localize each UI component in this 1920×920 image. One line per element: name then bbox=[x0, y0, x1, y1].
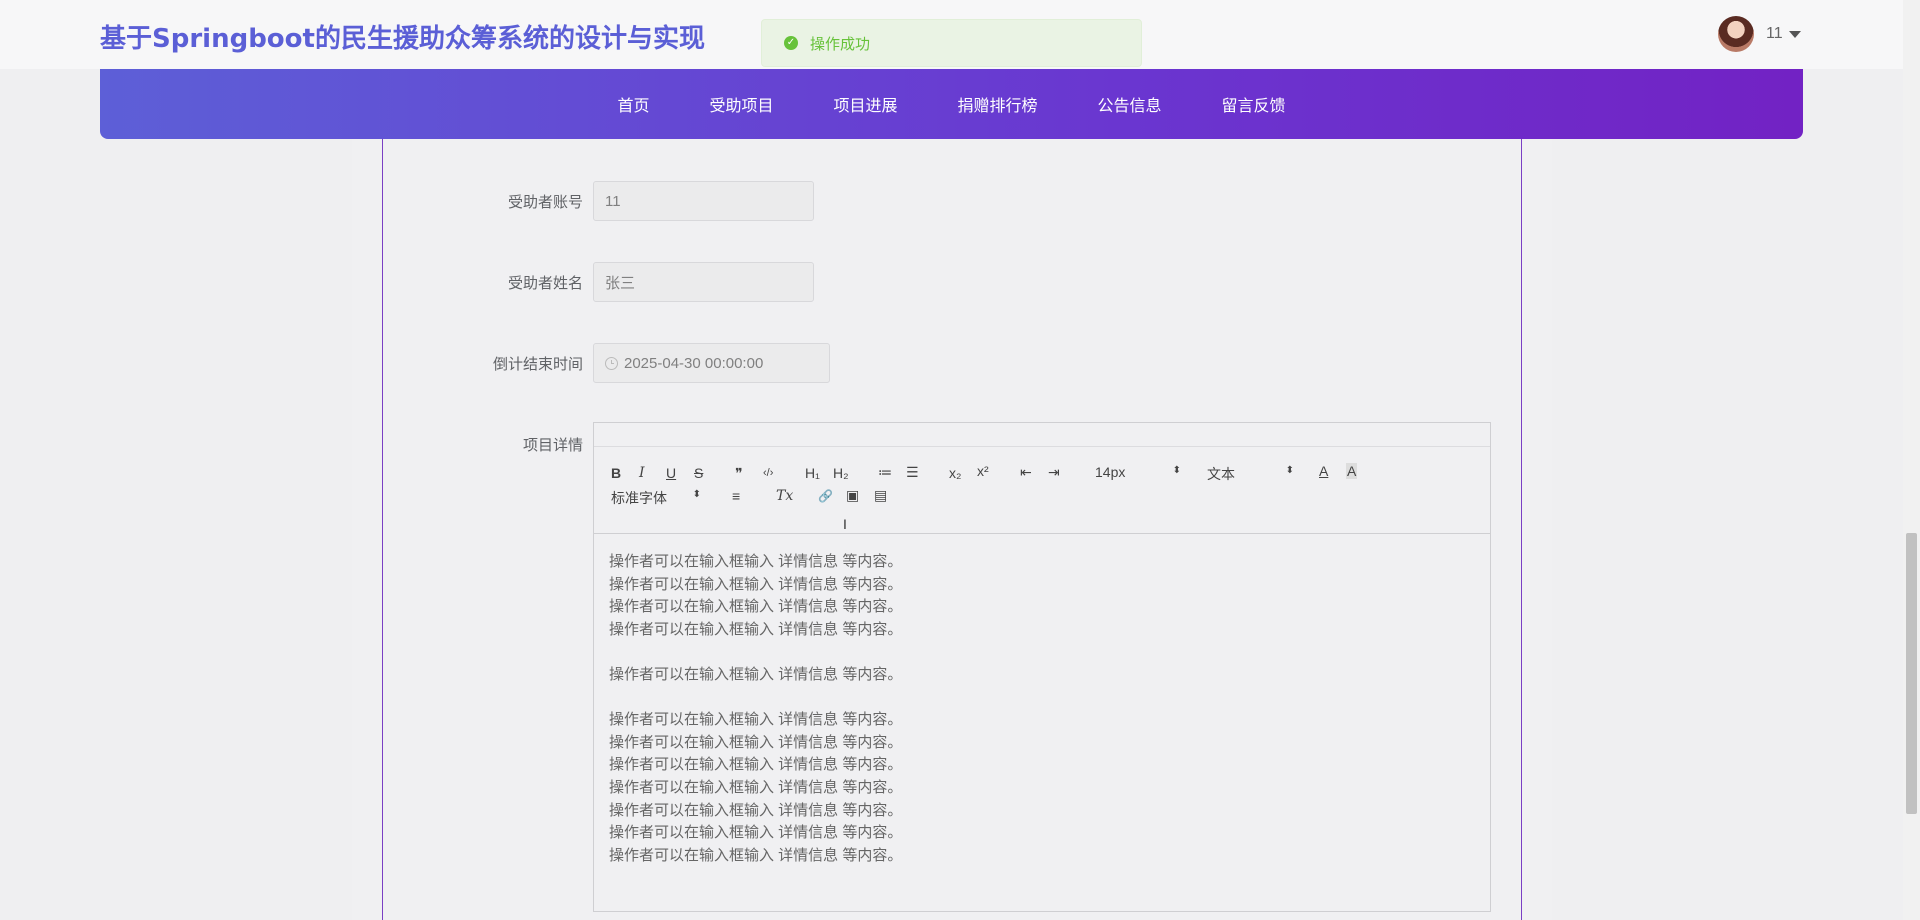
name-label: 受助者姓名 bbox=[507, 275, 583, 292]
editor-paragraph[interactable]: 操作者可以在输入框输入 详情信息 等内容。 bbox=[609, 596, 1475, 619]
font-size-select[interactable]: 14px ⬍ bbox=[1095, 464, 1181, 480]
user-name[interactable]: 11 bbox=[1766, 25, 1783, 43]
text-cursor-icon: I bbox=[843, 516, 847, 532]
editor-paragraph[interactable]: 操作者可以在输入框输入 详情信息 等内容。 bbox=[609, 777, 1475, 800]
clean-format-icon[interactable]: Tx bbox=[776, 488, 793, 504]
account-input[interactable]: 11 bbox=[593, 181, 814, 221]
align-icon[interactable]: ≡ bbox=[732, 488, 740, 504]
nav-item-announcements[interactable]: 公告信息 bbox=[1098, 92, 1162, 116]
app-title: 基于Springboot的民生援助众筹系统的设计与实现 bbox=[100, 24, 705, 54]
nav-item-donation-ranking[interactable]: 捐赠排行榜 bbox=[958, 92, 1038, 116]
editor-top-border bbox=[594, 423, 1490, 447]
editor-paragraph[interactable]: 操作者可以在输入框输入 详情信息 等内容。 bbox=[609, 800, 1475, 823]
link-icon[interactable]: 🔗 bbox=[818, 488, 833, 504]
underline-button[interactable]: U bbox=[666, 465, 676, 481]
font-family-select[interactable]: 标准字体 ⬍ bbox=[611, 488, 701, 508]
nav-item-projects[interactable]: 受助项目 bbox=[709, 92, 773, 116]
editor-paragraph[interactable]: 操作者可以在输入框输入 详情信息 等内容。 bbox=[609, 709, 1475, 732]
outdent-icon[interactable]: ⇤ bbox=[1020, 464, 1032, 480]
editor-paragraph[interactable]: 操作者可以在输入框输入 详情信息 等内容。 bbox=[609, 551, 1475, 574]
italic-button[interactable]: I bbox=[639, 465, 645, 481]
rich-text-editor: B I U S ❞ ‹/› H₁ H₂ ≔ ☰ x₂ x² ⇤ ⇥ 14px ⬍… bbox=[593, 422, 1491, 912]
detail-label: 项目详情 bbox=[522, 437, 583, 454]
editor-content-area[interactable]: 操作者可以在输入框输入 详情信息 等内容。 操作者可以在输入框输入 详情信息 等内… bbox=[594, 534, 1490, 884]
h2-button[interactable]: H₂ bbox=[833, 465, 849, 481]
font-family-value: 标准字体 bbox=[611, 490, 667, 506]
editor-paragraph[interactable]: 操作者可以在输入框输入 详情信息 等内容。 bbox=[609, 619, 1475, 642]
toast-message: 操作成功 bbox=[810, 35, 871, 53]
ordered-list-icon[interactable]: ≔ bbox=[878, 464, 892, 480]
nav-item-feedback[interactable]: 留言反馈 bbox=[1222, 92, 1286, 116]
subscript-button[interactable]: x₂ bbox=[949, 465, 961, 481]
account-label: 受助者账号 bbox=[507, 194, 583, 211]
main-nav: 首页 受助项目 项目进展 捐赠排行榜 公告信息 留言反馈 bbox=[100, 69, 1803, 139]
quote-button[interactable]: ❞ bbox=[735, 465, 743, 481]
editor-paragraph[interactable]: 操作者可以在输入框输入 详情信息 等内容。 bbox=[609, 822, 1475, 845]
image-icon[interactable]: ▣ bbox=[846, 487, 859, 503]
deadline-label: 倒计结束时间 bbox=[492, 356, 583, 373]
header-value: 文本 bbox=[1207, 466, 1235, 482]
editor-paragraph[interactable]: 操作者可以在输入框输入 详情信息 等内容。 bbox=[609, 574, 1475, 597]
bold-button[interactable]: B bbox=[611, 465, 621, 481]
check-circle-icon: ✓ bbox=[784, 36, 798, 50]
editor-paragraph[interactable] bbox=[609, 687, 1475, 710]
indent-icon[interactable]: ⇥ bbox=[1048, 464, 1060, 480]
video-icon[interactable]: ▤ bbox=[874, 487, 887, 503]
editor-paragraph[interactable]: 操作者可以在输入框输入 详情信息 等内容。 bbox=[609, 845, 1475, 868]
account-value: 11 bbox=[605, 192, 621, 210]
header-select[interactable]: 文本 ⬍ bbox=[1207, 464, 1294, 484]
deadline-value: 2025-04-30 00:00:00 bbox=[624, 354, 764, 372]
name-value: 张三 bbox=[605, 274, 636, 292]
code-button[interactable]: ‹/› bbox=[763, 465, 773, 481]
success-toast: ✓ 操作成功 bbox=[761, 19, 1142, 67]
nav-item-progress[interactable]: 项目进展 bbox=[833, 92, 897, 116]
editor-paragraph[interactable]: 操作者可以在输入框输入 详情信息 等内容。 bbox=[609, 732, 1475, 755]
scrollbar-thumb[interactable] bbox=[1906, 533, 1917, 814]
deadline-input[interactable]: 2025-04-30 00:00:00 bbox=[593, 343, 830, 383]
editor-paragraph[interactable] bbox=[609, 641, 1475, 664]
caret-down-icon[interactable] bbox=[1788, 30, 1801, 38]
background-color-icon[interactable]: A bbox=[1346, 463, 1358, 479]
editor-toolbar: B I U S ❞ ‹/› H₁ H₂ ≔ ☰ x₂ x² ⇤ ⇥ 14px ⬍… bbox=[594, 447, 1490, 534]
bullet-list-icon[interactable]: ☰ bbox=[906, 464, 919, 480]
font-size-value: 14px bbox=[1095, 464, 1126, 480]
editor-paragraph[interactable]: 操作者可以在输入框输入 详情信息 等内容。 bbox=[609, 754, 1475, 777]
avatar[interactable] bbox=[1718, 16, 1754, 52]
select-arrows-icon: ⬍ bbox=[692, 489, 701, 500]
text-color-icon[interactable]: A bbox=[1319, 463, 1328, 479]
user-menu[interactable]: 11 bbox=[1718, 15, 1801, 53]
superscript-button[interactable]: x² bbox=[977, 463, 989, 479]
h1-button[interactable]: H₁ bbox=[805, 465, 820, 481]
strike-button[interactable]: S bbox=[694, 465, 703, 481]
select-arrows-icon: ⬍ bbox=[1172, 465, 1181, 476]
nav-item-home[interactable]: 首页 bbox=[617, 92, 649, 116]
name-input[interactable]: 张三 bbox=[593, 262, 814, 302]
select-arrows-icon: ⬍ bbox=[1285, 465, 1294, 476]
clock-icon bbox=[605, 356, 618, 370]
editor-paragraph[interactable]: 操作者可以在输入框输入 详情信息 等内容。 bbox=[609, 664, 1475, 687]
